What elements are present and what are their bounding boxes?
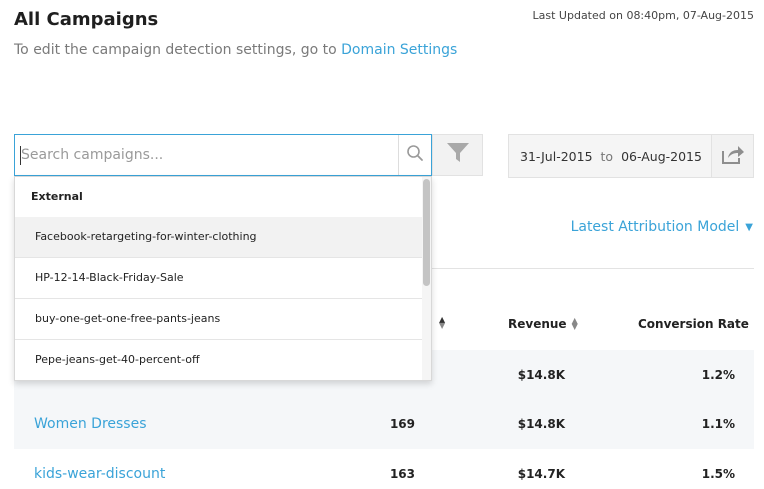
filter-icon xyxy=(446,142,470,168)
page-title: All Campaigns xyxy=(14,9,159,30)
date-separator: to xyxy=(600,148,614,164)
dropdown-item[interactable]: Pepe-jeans-get-40-percent-off xyxy=(15,340,423,380)
column-label-revenue: Revenue xyxy=(508,317,567,331)
dropdown-scrollbar[interactable] xyxy=(422,177,431,380)
conversion-value: 1.1% xyxy=(701,417,735,431)
date-range-picker[interactable]: 31-Jul-2015 to 06-Aug-2015 xyxy=(508,134,712,178)
caret-down-icon: ▼ xyxy=(745,221,753,233)
dropdown-item[interactable]: HP-12-14-Black-Friday-Sale xyxy=(15,258,423,299)
subtitle: To edit the campaign detection settings,… xyxy=(14,42,457,58)
attribution-model-select[interactable]: Latest Attribution Model ▼ xyxy=(571,219,753,235)
sort-icon: ▲ ▼ xyxy=(571,316,578,331)
filter-button[interactable] xyxy=(432,134,483,176)
column-header-revenue[interactable]: Revenue ▲ ▼ xyxy=(508,316,578,332)
export-button[interactable] xyxy=(711,134,754,178)
search-suggestions-dropdown: External Facebook-retargeting-for-winter… xyxy=(14,176,432,381)
search-button[interactable] xyxy=(398,135,431,175)
dropdown-item[interactable]: Facebook-retargeting-for-winter-clothing xyxy=(15,217,423,258)
campaign-link[interactable]: kids-wear-discount xyxy=(34,449,165,489)
attribution-model-label: Latest Attribution Model xyxy=(570,219,740,235)
search-box xyxy=(14,134,432,176)
revenue-value: $14.7K xyxy=(517,467,565,481)
domain-settings-link[interactable]: Domain Settings xyxy=(341,42,457,58)
visits-value: 169 xyxy=(389,417,415,431)
revenue-value: $14.8K xyxy=(517,417,565,431)
column-label-conversion: Conversion Rate xyxy=(638,317,749,331)
start-date: 31-Jul-2015 xyxy=(520,148,593,164)
dropdown-item[interactable]: buy-one-get-one-free-pants-jeans xyxy=(15,299,423,340)
scrollbar-thumb[interactable] xyxy=(423,179,430,286)
column-header-conversion-rate[interactable]: Conversion Rate xyxy=(638,317,749,331)
end-date: 06-Aug-2015 xyxy=(621,148,702,164)
search-input[interactable] xyxy=(15,135,399,175)
share-icon xyxy=(721,143,745,169)
visits-value: 163 xyxy=(389,467,415,481)
search-icon xyxy=(406,144,424,166)
sort-visits-button[interactable]: ▲ ▼ xyxy=(434,315,446,330)
dropdown-group-label: External xyxy=(31,190,83,203)
text-cursor xyxy=(20,146,21,165)
divider xyxy=(432,268,754,269)
revenue-value: $14.8K xyxy=(517,368,565,382)
conversion-value: 1.2% xyxy=(701,368,735,382)
last-updated-text: Last Updated on 08:40pm, 07-Aug-2015 xyxy=(532,9,754,22)
sort-icon: ▲ ▼ xyxy=(439,315,446,330)
table-row[interactable]: kids-wear-discount 163 $14.7K 1.5% xyxy=(14,449,754,489)
subtitle-text: To edit the campaign detection settings,… xyxy=(14,42,342,58)
conversion-value: 1.5% xyxy=(701,467,735,481)
table-row[interactable]: Women Dresses 169 $14.8K 1.1% xyxy=(14,399,754,449)
campaign-link[interactable]: Women Dresses xyxy=(34,399,147,449)
